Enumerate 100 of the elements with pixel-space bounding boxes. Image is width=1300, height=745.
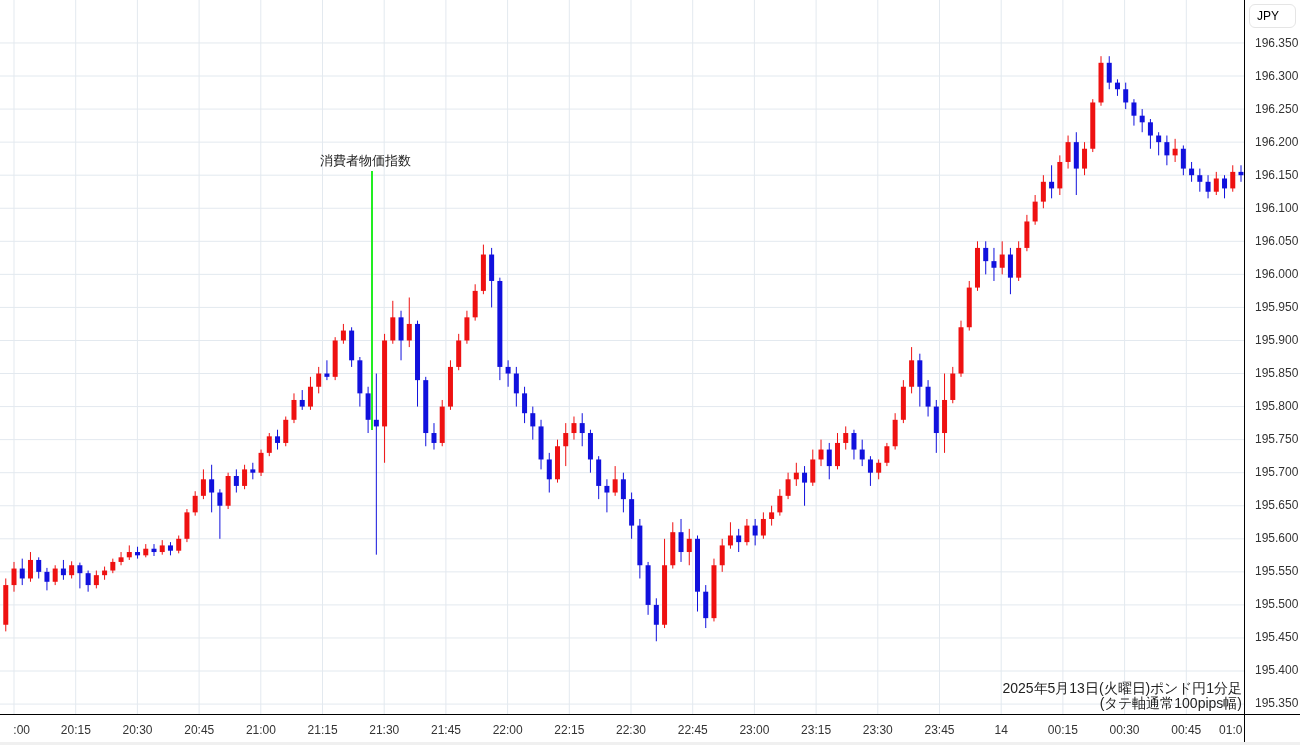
time-label: 22:00 <box>492 722 523 737</box>
candlestick <box>159 539 165 556</box>
candlestick <box>818 439 824 467</box>
candlestick <box>93 570 99 589</box>
candlestick <box>793 462 799 487</box>
candlestick <box>703 584 709 629</box>
candlestick <box>349 326 355 368</box>
candlestick <box>192 490 198 517</box>
candlestick <box>1230 164 1236 193</box>
chart-caption: 2025年5月13日(火曜日)ポンド円1分足 <box>1002 681 1242 696</box>
candlestick <box>596 455 602 500</box>
candlestick <box>513 366 519 408</box>
candlestick <box>752 518 758 546</box>
candlestick <box>859 439 865 467</box>
price-label: 196.300 <box>1255 67 1299 85</box>
time-label: 20:45 <box>184 722 215 737</box>
candlestick <box>1123 82 1129 110</box>
time-label: 23:45 <box>924 722 955 737</box>
candlestick <box>390 300 396 345</box>
candlestick <box>28 551 33 583</box>
candlestick <box>785 472 791 500</box>
candlestick <box>1180 144 1186 176</box>
candlestick <box>999 240 1005 275</box>
candlestick <box>85 570 91 593</box>
candlestick <box>200 468 206 500</box>
candlestick <box>802 465 808 507</box>
candlestick <box>176 535 182 554</box>
candlestick <box>505 359 511 388</box>
price-label: 196.100 <box>1255 199 1299 217</box>
candlestick <box>423 376 429 447</box>
candlestick <box>1082 141 1088 176</box>
candlestick <box>258 449 264 477</box>
candlestick <box>1197 168 1203 193</box>
candlestick <box>530 406 536 441</box>
candlestick <box>826 442 832 480</box>
candlestick <box>810 449 816 487</box>
price-label: 195.500 <box>1255 596 1299 614</box>
candlestick <box>1098 55 1104 107</box>
candlestick <box>135 546 141 560</box>
candlestick <box>917 353 923 408</box>
candlestick <box>126 544 132 561</box>
price-label: 196.000 <box>1255 265 1299 283</box>
time-label: :00 <box>13 722 30 737</box>
candlestick <box>1007 247 1013 295</box>
candlestick <box>892 412 898 451</box>
price-label: 195.400 <box>1255 662 1299 680</box>
candlestick <box>637 518 643 579</box>
candlestick <box>456 333 462 371</box>
candlestick <box>151 543 157 557</box>
currency-label: JPY <box>1249 4 1296 28</box>
candlestick <box>439 399 445 447</box>
candlestick <box>546 452 552 494</box>
candlestick <box>1205 174 1211 199</box>
candlestick <box>52 564 58 586</box>
candlestick <box>1106 55 1112 90</box>
time-label: 23:00 <box>739 722 770 737</box>
candlestick <box>925 379 931 417</box>
candlestick <box>736 528 742 553</box>
candlestick <box>77 562 83 589</box>
price-label: 195.650 <box>1255 497 1299 515</box>
price-label: 195.350 <box>1255 695 1299 713</box>
time-label: 21:45 <box>430 722 461 737</box>
candlestick <box>472 283 478 322</box>
time-label: 22:30 <box>616 722 647 737</box>
candlestick <box>406 297 412 348</box>
candlestick <box>275 429 280 451</box>
candlestick <box>44 567 50 591</box>
candlestick <box>760 511 766 540</box>
time-label: 14 <box>994 722 1008 737</box>
price-label: 196.250 <box>1255 100 1299 118</box>
candlestick <box>686 528 692 566</box>
time-label: 22:45 <box>677 722 708 737</box>
candlestick <box>250 462 256 480</box>
candlestick <box>909 346 915 394</box>
candlestick <box>143 543 149 558</box>
price-label: 195.600 <box>1255 530 1299 548</box>
candlestick <box>69 560 75 579</box>
candlestick <box>3 577 9 632</box>
price-label: 195.800 <box>1255 398 1299 416</box>
candlestick <box>332 336 338 381</box>
candlestick <box>184 508 190 543</box>
candlestick <box>851 429 857 460</box>
candlestick <box>365 386 371 434</box>
candlestick <box>233 468 239 494</box>
annotation-label: 消費者物価指数 <box>320 152 411 170</box>
candlestick <box>950 366 956 404</box>
candlestick <box>225 472 231 510</box>
price-label: 195.450 <box>1255 629 1299 647</box>
candlestick <box>727 521 733 550</box>
candlestick <box>1016 240 1022 282</box>
candlestick <box>579 412 585 447</box>
time-label: 21:30 <box>369 722 400 737</box>
candlestick <box>563 422 569 467</box>
candlestick <box>324 359 330 381</box>
candlestick <box>1040 174 1046 209</box>
candlestick <box>110 558 116 574</box>
time-label: 23:15 <box>801 722 832 737</box>
candlestick <box>299 389 305 411</box>
candlestick <box>645 561 651 616</box>
candlestick <box>1057 154 1063 196</box>
